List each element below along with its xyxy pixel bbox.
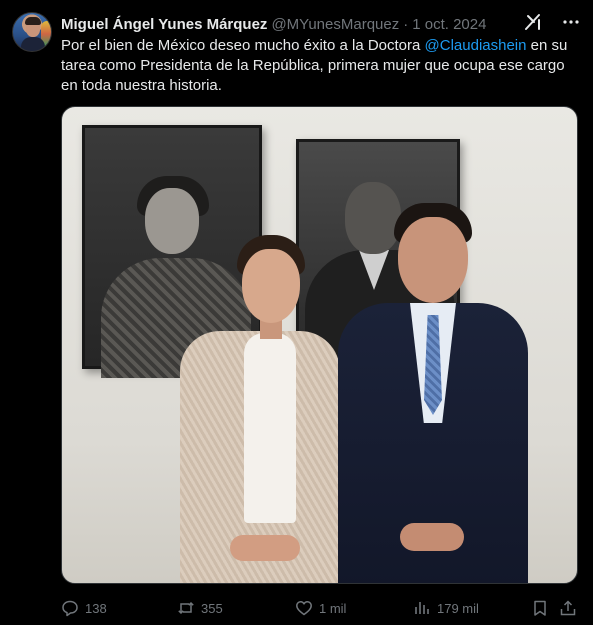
tweet-text-part-1: Por el bien de México deseo mucho éxito … <box>61 37 425 54</box>
more-icon[interactable] <box>561 12 581 32</box>
share-icon <box>559 599 577 617</box>
tweet-photo[interactable] <box>61 106 578 584</box>
avatar-hair <box>25 17 41 25</box>
bookmark-button[interactable] <box>531 598 549 618</box>
heart-icon <box>295 599 313 617</box>
avatar[interactable] <box>12 12 52 52</box>
grok-icon[interactable] <box>523 12 543 32</box>
mention-link[interactable]: @Claudiashein <box>425 37 527 54</box>
photo-person-woman <box>180 235 340 583</box>
views-icon <box>413 599 431 617</box>
tweet-date[interactable]: 1 oct. 2024 <box>412 16 486 33</box>
header-separator: · <box>403 15 409 33</box>
views-button[interactable]: 179 mil <box>413 598 479 618</box>
like-button[interactable]: 1 mil <box>295 598 346 618</box>
tweet-text: Por el bien de México deseo mucho éxito … <box>61 36 571 96</box>
reply-button[interactable]: 138 <box>61 598 107 618</box>
header-icons <box>523 12 581 32</box>
retweet-icon <box>177 599 195 617</box>
author-handle[interactable]: @MYunesMarquez <box>271 16 399 33</box>
reply-count: 138 <box>85 600 107 616</box>
share-button[interactable] <box>559 598 577 618</box>
reply-icon <box>61 599 79 617</box>
tweet-card: Miguel Ángel Yunes Márquez @MYunesMarque… <box>0 0 593 625</box>
bookmark-icon <box>531 599 549 617</box>
retweet-button[interactable]: 355 <box>177 598 223 618</box>
retweet-count: 355 <box>201 600 223 616</box>
avatar-suit <box>21 37 45 51</box>
tweet-header: Miguel Ángel Yunes Márquez @MYunesMarque… <box>61 14 486 34</box>
photo-person-man <box>338 203 528 583</box>
author-display-name[interactable]: Miguel Ángel Yunes Márquez <box>61 16 267 33</box>
views-count: 179 mil <box>437 600 479 616</box>
tweet-actions: 138 355 1 mil 179 mil <box>61 598 578 618</box>
like-count: 1 mil <box>319 600 347 616</box>
